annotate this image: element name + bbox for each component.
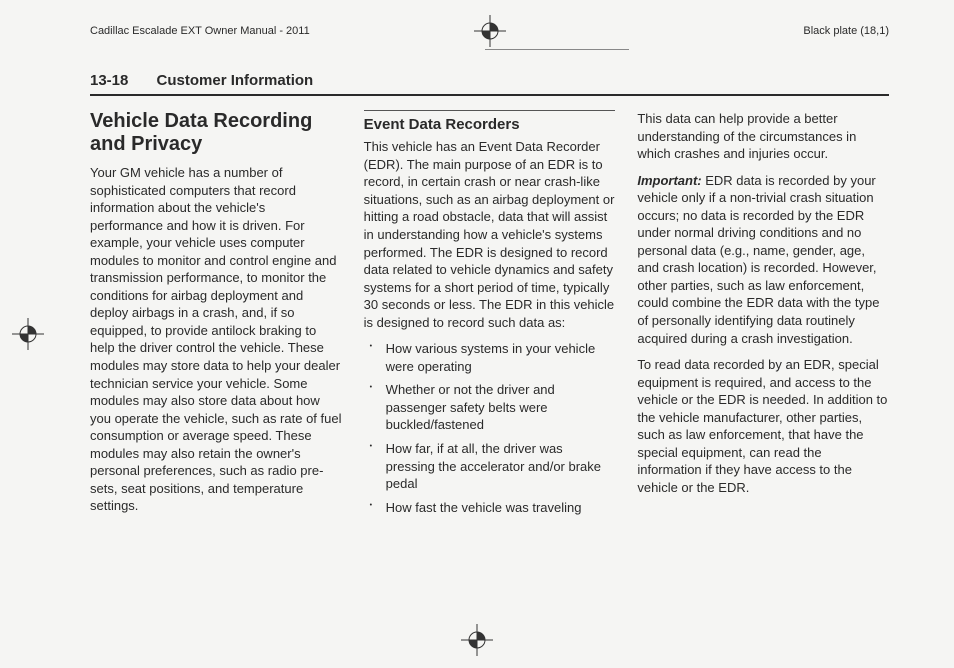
bullet-list: How various systems in your vehicle were… [364, 340, 616, 516]
important-text: EDR data is recorded by your vehicle onl… [637, 173, 879, 346]
section-heading: Vehicle Data Recording and Privacy [90, 110, 342, 156]
registration-mark-icon [10, 316, 46, 352]
registration-mark-icon [472, 13, 508, 49]
body-text: This data can help provide a better unde… [637, 110, 889, 163]
plate-info: Black plate (18,1) [803, 25, 889, 37]
manual-title: Cadillac Escalade EXT Owner Manual - 201… [90, 25, 310, 37]
list-item: How various systems in your vehicle were… [364, 340, 616, 375]
body-text: To read data recorded by an EDR, special… [637, 356, 889, 496]
content-columns: Vehicle Data Recording and Privacy Your … [90, 110, 889, 524]
column-1: Vehicle Data Recording and Privacy Your … [90, 110, 342, 524]
chapter-header: 13-18 Customer Information [90, 72, 889, 96]
body-text: This vehicle has an Event Data Recorder … [364, 138, 616, 331]
list-item: How fast the vehicle was traveling [364, 499, 616, 517]
registration-mark-icon [459, 622, 495, 658]
page: Cadillac Escalade EXT Owner Manual - 201… [0, 0, 954, 668]
important-label: Important: [637, 173, 701, 188]
chapter-title: Customer Information [157, 72, 314, 89]
body-text: Your GM vehicle has a number of sophisti… [90, 164, 342, 515]
header-rule [485, 49, 629, 50]
column-3: This data can help provide a better unde… [637, 110, 889, 524]
list-item: How far, if at all, the driver was press… [364, 440, 616, 493]
column-2: Event Data Recorders This vehicle has an… [364, 110, 616, 524]
subsection-heading: Event Data Recorders [364, 110, 616, 135]
page-number: 13-18 [90, 72, 128, 89]
important-paragraph: Important: EDR data is recorded by your … [637, 172, 889, 347]
list-item: Whether or not the driver and passenger … [364, 381, 616, 434]
print-header: Cadillac Escalade EXT Owner Manual - 201… [90, 20, 889, 42]
